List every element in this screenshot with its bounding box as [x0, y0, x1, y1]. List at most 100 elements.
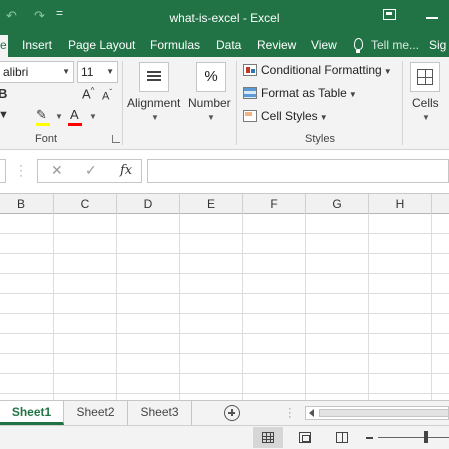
- cell-styles-button[interactable]: Cell Styles ▼: [243, 109, 328, 127]
- borders-dropdown[interactable]: ▼: [0, 109, 9, 121]
- insert-function-icon[interactable]: fx: [120, 163, 132, 178]
- number-percent-icon[interactable]: %: [196, 62, 226, 92]
- gridline: [368, 214, 369, 400]
- status-bar: [0, 425, 449, 449]
- format-as-table-button[interactable]: Format as Table ▼: [243, 86, 357, 104]
- enter-check-icon[interactable]: ✓: [85, 162, 97, 179]
- alignment-icon[interactable]: [139, 62, 169, 92]
- conditional-formatting-button[interactable]: Conditional Formatting ▼: [243, 63, 392, 81]
- ribbon: alibri ▼ 11 ▼ B A^ Aˇ ▼ ✎ ▼ A ▼ Font Ali…: [0, 57, 449, 150]
- cells-button[interactable]: Cells: [412, 96, 439, 110]
- font-size-combo[interactable]: 11 ▼: [77, 61, 118, 83]
- shrink-font-button[interactable]: Aˇ: [102, 88, 112, 103]
- conditional-formatting-label: Conditional Formatting: [261, 63, 382, 77]
- column-header-g[interactable]: G: [306, 194, 369, 214]
- cell-styles-icon: [243, 110, 257, 122]
- font-size-value: 11: [81, 65, 94, 79]
- tab-view[interactable]: View: [311, 35, 337, 57]
- cell-grid[interactable]: [0, 214, 449, 400]
- column-headers: B C D E F G H: [0, 193, 449, 214]
- font-color-button[interactable]: A: [70, 107, 79, 122]
- fill-color-dropdown[interactable]: ▼: [55, 112, 63, 121]
- conditional-formatting-icon: [243, 64, 257, 76]
- chevron-down-icon[interactable]: ▼: [207, 113, 215, 122]
- title-bar: ↶ ↷ = what-is-excel - Excel: [0, 0, 449, 35]
- font-name-value: alibri: [3, 65, 29, 79]
- normal-view-button[interactable]: [253, 427, 283, 448]
- gridline: [179, 214, 180, 400]
- column-header-e[interactable]: E: [180, 194, 243, 214]
- tab-insert[interactable]: Insert: [22, 35, 52, 57]
- formula-bar-grip-icon[interactable]: · · ·: [19, 159, 23, 181]
- chevron-down-icon[interactable]: ▼: [62, 62, 70, 82]
- fill-color-swatch: [36, 123, 50, 126]
- minimize-icon[interactable]: [426, 17, 438, 19]
- gridline: [431, 214, 432, 400]
- tell-me-search[interactable]: Tell me...: [371, 35, 419, 57]
- tab-formulas[interactable]: Formulas: [150, 35, 200, 57]
- scrollbar-thumb[interactable]: [319, 409, 449, 417]
- sheet-tab-sheet2[interactable]: Sheet2: [64, 401, 128, 425]
- sign-in-link[interactable]: Sig: [429, 35, 446, 57]
- highlight-fill-icon[interactable]: ✎: [36, 107, 47, 123]
- column-header-f[interactable]: F: [243, 194, 306, 214]
- formula-input[interactable]: [147, 159, 449, 183]
- page-layout-view-icon[interactable]: [299, 432, 311, 443]
- chevron-down-icon: ▼: [319, 113, 328, 122]
- font-name-combo[interactable]: alibri ▼: [0, 61, 74, 83]
- normal-view-icon: [262, 432, 274, 443]
- lightbulb-icon: [354, 38, 363, 53]
- column-header-h[interactable]: H: [369, 194, 432, 214]
- ribbon-tab-bar: me Insert Page Layout Formulas Data Revi…: [0, 35, 449, 57]
- styles-group-label: Styles: [305, 133, 335, 145]
- gridline: [305, 214, 306, 400]
- format-as-table-label: Format as Table: [261, 86, 347, 100]
- name-box[interactable]: [0, 159, 6, 183]
- chevron-down-icon: ▼: [348, 90, 357, 99]
- cancel-icon[interactable]: ✕: [51, 162, 63, 179]
- tab-page-layout[interactable]: Page Layout: [68, 35, 135, 57]
- align-lines: [147, 71, 161, 73]
- tab-split-grip-icon[interactable]: · · ·: [288, 404, 292, 423]
- sheet-tab-sheet3[interactable]: Sheet3: [128, 401, 192, 425]
- gridline: [242, 214, 243, 400]
- tab-data[interactable]: Data: [216, 35, 241, 57]
- zoom-slider[interactable]: [378, 437, 449, 438]
- font-dialog-launcher-icon[interactable]: [112, 135, 120, 143]
- ribbon-display-options-icon[interactable]: [383, 9, 396, 20]
- alignment-button[interactable]: Alignment: [127, 96, 180, 110]
- tab-home[interactable]: me: [0, 35, 8, 57]
- grow-font-button[interactable]: A^: [82, 86, 94, 101]
- format-as-table-icon: [243, 87, 257, 99]
- chevron-down-icon[interactable]: ▼: [106, 62, 114, 82]
- group-divider: [402, 61, 403, 145]
- page-break-preview-icon[interactable]: [336, 432, 348, 443]
- cell-styles-label: Cell Styles: [261, 109, 318, 123]
- column-header-c[interactable]: C: [54, 194, 117, 214]
- gridline: [116, 214, 117, 400]
- tab-review[interactable]: Review: [257, 35, 296, 57]
- chevron-down-icon[interactable]: ▼: [422, 113, 430, 122]
- bold-button[interactable]: B: [0, 86, 7, 101]
- column-header-b[interactable]: B: [0, 194, 54, 214]
- formula-buttons: ✕ ✓ fx: [37, 159, 142, 183]
- chevron-down-icon[interactable]: ▼: [151, 113, 159, 122]
- sheet-tab-sheet1[interactable]: Sheet1: [0, 401, 64, 425]
- column-header-d[interactable]: D: [117, 194, 180, 214]
- font-group-label: Font: [35, 133, 58, 145]
- group-divider: [122, 61, 123, 145]
- font-color-swatch: [68, 123, 82, 126]
- window-title: what-is-excel - Excel: [169, 11, 280, 25]
- cells-grid-icon[interactable]: [410, 62, 440, 92]
- scroll-left-icon[interactable]: [309, 409, 314, 417]
- formula-bar: · · · ✕ ✓ fx: [0, 150, 449, 193]
- new-sheet-plus-icon[interactable]: [224, 405, 240, 421]
- cells-grid-shape: [417, 69, 433, 85]
- zoom-slider-thumb[interactable]: [424, 431, 428, 443]
- zoom-out-icon[interactable]: [366, 437, 373, 439]
- sheet-tab-bar: Sheet1 Sheet2 Sheet3 · · ·: [0, 400, 449, 425]
- number-button[interactable]: Number: [188, 96, 231, 110]
- horizontal-scrollbar[interactable]: [305, 406, 449, 420]
- font-color-dropdown[interactable]: ▼: [89, 112, 97, 121]
- gridline: [53, 214, 54, 400]
